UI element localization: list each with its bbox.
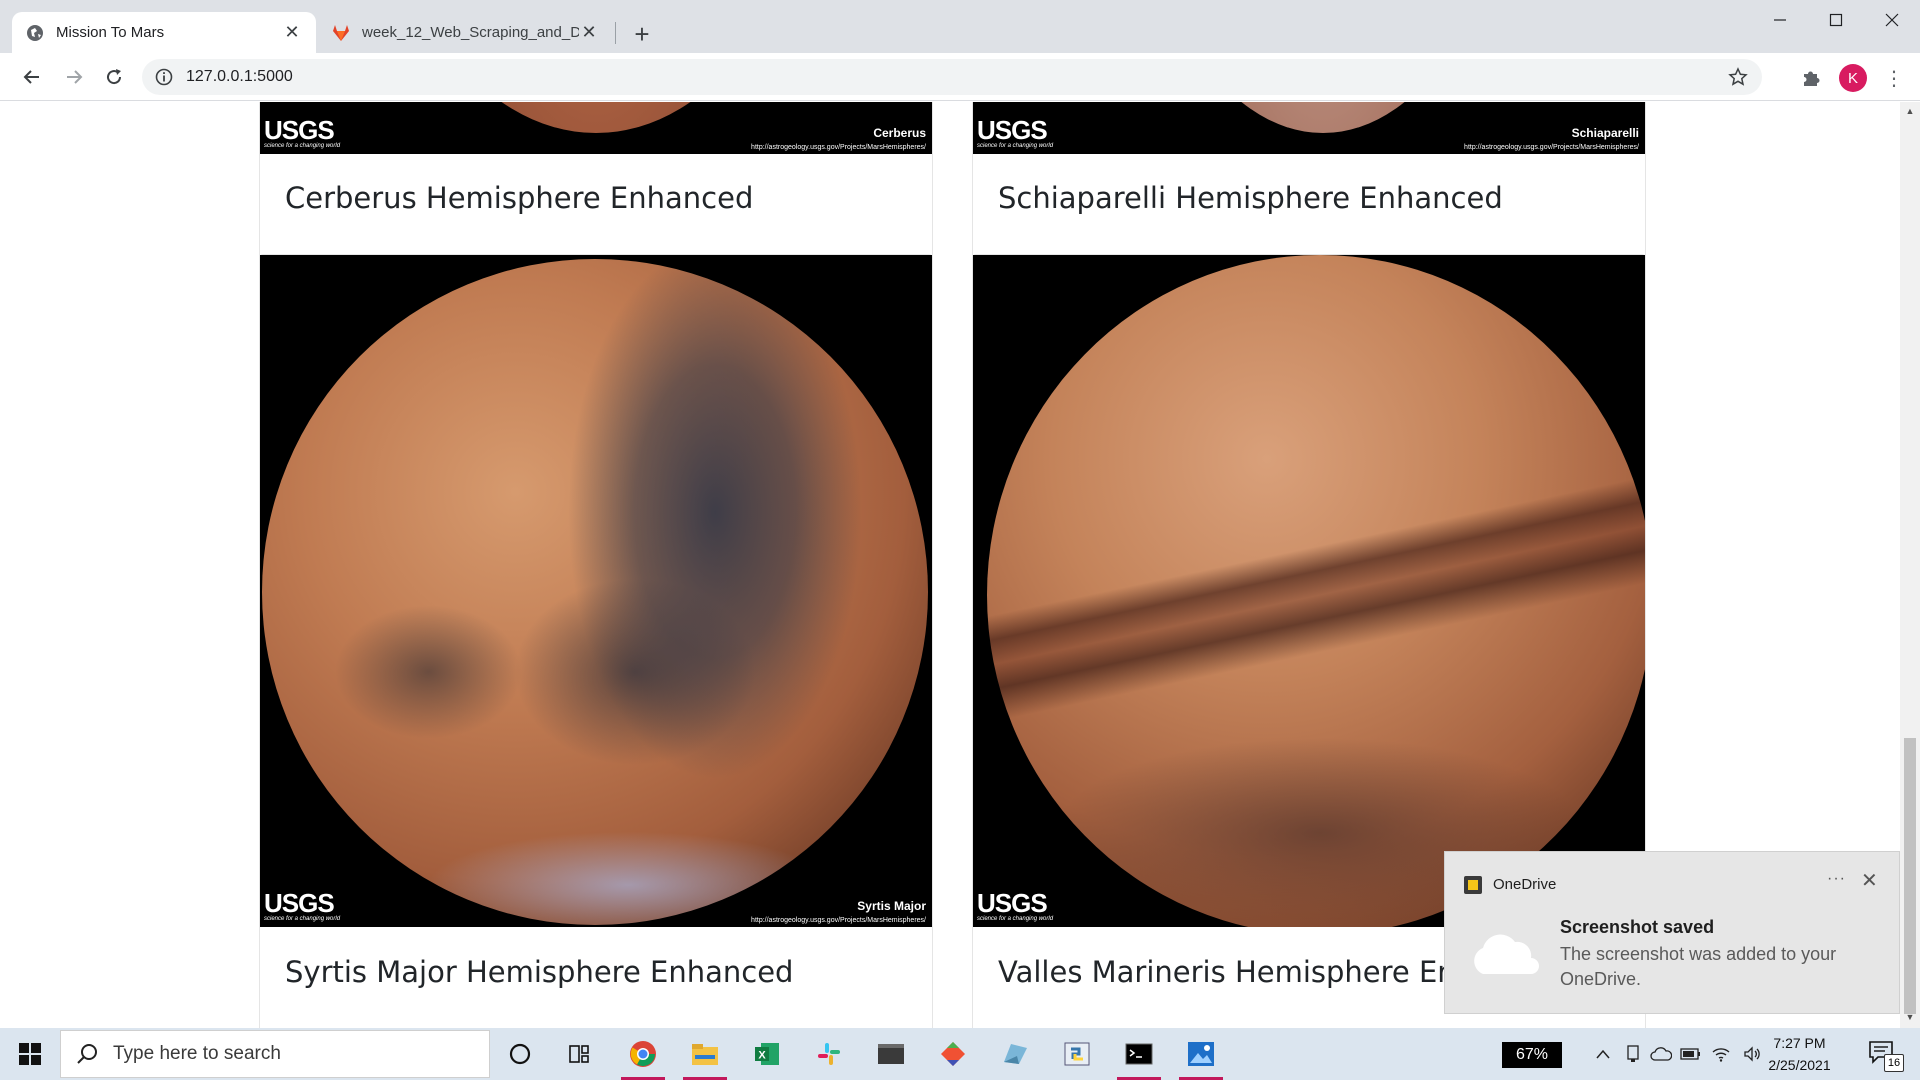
cloud-icon [1474,934,1539,974]
windows-taskbar: Type here to search X 67% 7:27 PM 2/25/2… [0,1028,1920,1080]
action-center-button[interactable]: 16 [1868,1040,1904,1072]
usgs-logo: USGS science for a changing world [264,115,341,149]
scroll-down-icon[interactable]: ▼ [1905,1012,1915,1022]
chrome-icon[interactable] [617,1034,669,1080]
onedrive-app-icon [1464,876,1482,894]
usgs-logo: USGS science for a changing world [977,115,1054,149]
hemisphere-image[interactable]: USGS science for a changing world Syrtis … [260,255,932,927]
mars-valles-planet [987,255,1645,927]
system-clock[interactable]: 7:27 PM 2/25/2021 [1752,1032,1847,1076]
hemisphere-image[interactable]: USGS science for a changing world Schiapa… [973,102,1645,154]
more-options-icon[interactable]: ··· [1827,870,1846,888]
notification-app-name: OneDrive [1493,876,1557,893]
clock-time: 7:27 PM [1773,1035,1826,1051]
scrollbar-thumb[interactable] [1904,738,1916,1014]
hemisphere-title: Schiaparelli Hemisphere Enhanced [998,181,1503,215]
cortana-icon[interactable] [494,1034,546,1074]
tab-mission-to-mars[interactable]: Mission To Mars ✕ [12,12,316,53]
image-label: Syrtis Major [857,899,926,913]
svg-text:X: X [758,1050,766,1062]
battery-tray-icon[interactable] [1678,1042,1704,1066]
notification-count-badge: 16 [1884,1054,1904,1072]
close-notification-icon[interactable]: ✕ [1861,868,1878,893]
info-icon[interactable] [154,67,174,87]
usgs-logo: USGS science for a changing world [977,888,1054,922]
close-tab-icon[interactable]: ✕ [282,22,302,43]
maximize-button[interactable] [1808,0,1864,40]
profile-avatar[interactable]: K [1839,64,1867,92]
scroll-up-icon[interactable]: ▲ [1905,106,1915,116]
address-bar[interactable]: 127.0.0.1:5000 [142,59,1762,95]
globe-icon [26,24,44,42]
slack-icon[interactable] [803,1034,855,1074]
hemisphere-card-syrtis-major: USGS science for a changing world Syrtis … [259,254,933,1028]
url-text: 127.0.0.1:5000 [186,68,293,85]
notification-title: Screenshot saved [1560,917,1715,937]
photos-icon[interactable] [1175,1034,1227,1080]
hemisphere-image[interactable]: USGS science for a changing world [973,255,1645,927]
image-credit: http://astrogeology.usgs.gov/Projects/Ma… [1464,144,1639,151]
close-tab-icon[interactable]: ✕ [579,22,599,43]
reload-icon [107,69,122,85]
reload-button[interactable] [96,59,132,95]
start-button[interactable] [8,1036,52,1072]
show-hidden-icons-chevron-icon[interactable] [1590,1042,1616,1066]
search-placeholder: Type here to search [113,1043,281,1064]
task-view-icon[interactable] [554,1034,606,1074]
tab-title: week_12_Web_Scraping_and_Doc [362,24,579,41]
chrome-menu-icon[interactable]: ⋮ [1880,64,1908,92]
gitlab-icon [332,24,350,42]
bookmark-star-icon[interactable] [1728,67,1748,87]
arrow-left-icon [23,70,39,84]
clock-date: 2/25/2021 [1768,1057,1831,1073]
hemisphere-title: Cerberus Hemisphere Enhanced [285,181,754,215]
image-label: Schiaparelli [1571,126,1639,140]
terminal-icon[interactable] [865,1034,917,1074]
cmd-icon[interactable] [1113,1034,1165,1080]
hemisphere-title: Syrtis Major Hemisphere Enhanced [285,955,794,989]
git-icon[interactable] [927,1034,979,1074]
mars-syrtis-planet [262,259,928,925]
extensions-puzzle-icon[interactable] [1800,67,1822,89]
python-icon[interactable] [1051,1034,1103,1074]
app-icon[interactable] [989,1034,1041,1074]
taskbar-search[interactable]: Type here to search [60,1030,490,1078]
file-explorer-icon[interactable] [679,1034,731,1080]
back-button[interactable] [14,59,50,95]
battery-indicator[interactable]: 67% [1502,1042,1562,1068]
onedrive-tray-icon[interactable] [1648,1042,1674,1066]
hemisphere-image[interactable]: USGS science for a changing world Cerberu… [260,102,932,154]
wifi-icon[interactable] [1708,1042,1734,1066]
browser-toolbar: 127.0.0.1:5000 [0,53,1920,101]
tab-gitlab[interactable]: week_12_Web_Scraping_and_Doc ✕ [318,12,613,53]
image-credit: http://astrogeology.usgs.gov/Projects/Ma… [751,917,926,924]
search-icon [77,1044,97,1064]
browser-tab-strip: Mission To Mars ✕ week_12_Web_Scraping_a… [0,0,1920,53]
onedrive-notification[interactable]: OneDrive ··· ✕ Screenshot saved The scre… [1444,851,1900,1014]
notification-body: The screenshot was added to your OneDriv… [1560,944,1837,989]
image-credit: http://astrogeology.usgs.gov/Projects/Ma… [751,144,926,151]
image-label: Cerberus [873,126,926,140]
usgs-logo: USGS science for a changing world [264,888,341,922]
excel-icon[interactable]: X [741,1034,793,1074]
close-window-button[interactable] [1864,0,1920,40]
new-tab-button[interactable]: + [626,18,658,50]
tab-separator [615,22,616,44]
device-icon[interactable] [1620,1042,1646,1066]
minimize-button[interactable] [1752,0,1808,40]
page-scrollbar[interactable]: ▲ ▼ [1900,102,1920,1028]
tab-title: Mission To Mars [56,24,165,41]
windows-logo-icon [19,1043,41,1065]
arrow-right-icon [67,70,83,84]
forward-button[interactable] [56,59,92,95]
